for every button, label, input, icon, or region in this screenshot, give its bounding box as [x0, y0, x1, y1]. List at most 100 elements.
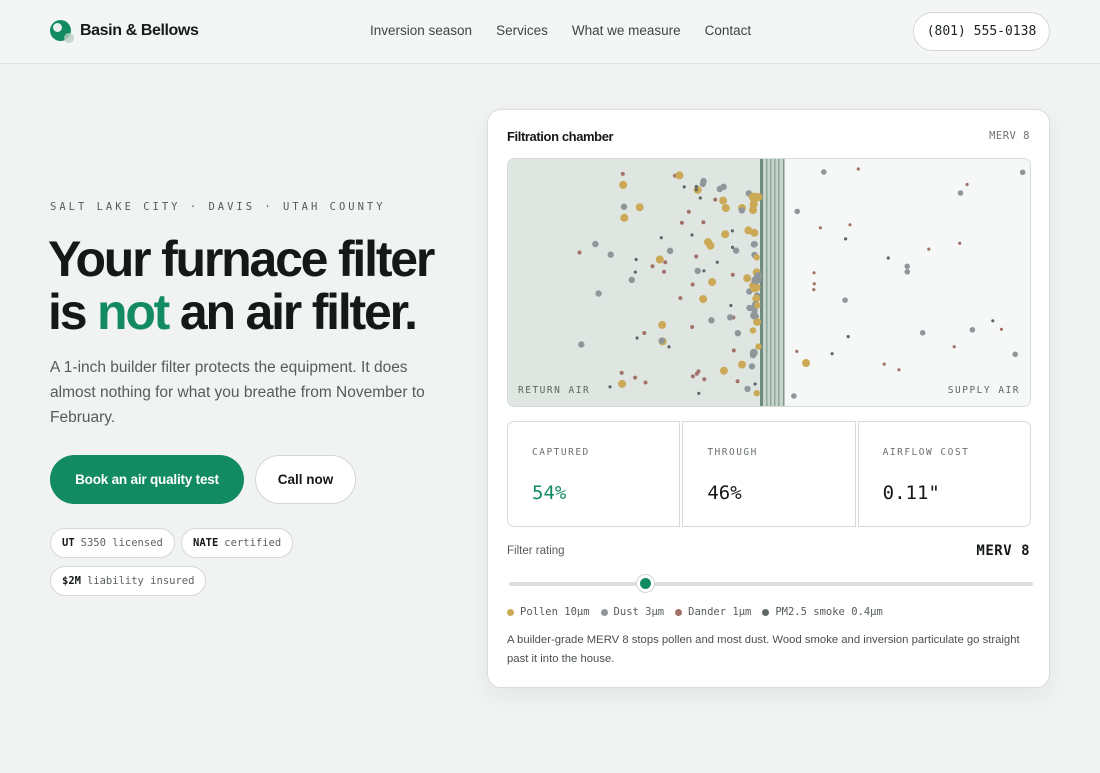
particle: [607, 251, 614, 258]
particle: [729, 303, 733, 308]
particle: [791, 393, 797, 399]
particle: [730, 229, 734, 233]
page-title: Your furnace filter is not an air filter…: [48, 233, 468, 339]
particle: [704, 238, 712, 247]
particle: [812, 288, 816, 292]
particle: [619, 370, 624, 375]
hero-description: A 1-inch builder filter protects the equ…: [50, 359, 425, 426]
headline-pre: is: [48, 284, 97, 340]
particle: [830, 352, 834, 356]
legend-label: Dust 3µm: [613, 606, 665, 618]
particle: [679, 220, 684, 225]
particle: [699, 180, 707, 188]
filtration-card: Filtration chamber MERV 8 RETURN AIR SUP…: [487, 109, 1050, 688]
particle: [969, 327, 976, 333]
particle: [667, 345, 671, 349]
particle: [662, 269, 666, 274]
nav-item-what-we-measure[interactable]: What we measure: [572, 23, 681, 38]
particle: [698, 196, 702, 200]
particle: [753, 382, 757, 386]
particle: [735, 379, 740, 384]
particle: [713, 197, 718, 202]
particle: [957, 190, 964, 196]
particle: [675, 171, 684, 180]
slider-handle[interactable]: [636, 575, 654, 592]
particle: [743, 274, 752, 283]
particle: [702, 377, 707, 382]
particle: [694, 254, 699, 259]
particle: [694, 188, 698, 192]
particle: [812, 282, 816, 286]
legend-item-smoke: PM2.5 smoke 0.4µm: [762, 606, 883, 618]
book-test-button[interactable]: Book an air quality test: [50, 455, 244, 504]
dust-dot-icon: [600, 608, 608, 616]
particle-simulation: [508, 159, 1030, 406]
site-header: Basin & Bellows Inversion season Service…: [0, 0, 1100, 64]
stat-captured: CAPTURED 54%: [507, 421, 681, 527]
particle: [795, 349, 799, 353]
particle: [1019, 169, 1026, 176]
badge-text: liability insured: [86, 575, 195, 587]
phone-button[interactable]: (801) 555-0138: [913, 12, 1050, 51]
pollen-dot-icon: [507, 608, 514, 616]
particle: [748, 363, 756, 370]
particle: [750, 228, 759, 237]
insurance-badge: $2M liability insured: [50, 566, 207, 596]
card-title: Filtration chamber: [507, 129, 614, 144]
call-now-button[interactable]: Call now: [255, 455, 356, 504]
headline-post: an air filter.: [168, 284, 418, 340]
particle: [750, 311, 759, 320]
stat-label: CAPTURED: [532, 447, 590, 458]
particle: [694, 371, 699, 376]
brand-logo[interactable]: Basin & Bellows: [50, 20, 199, 43]
legend-label: Dander 1µm: [688, 606, 752, 618]
main-nav: Inversion season Services What we measur…: [370, 23, 751, 38]
particle: [618, 379, 627, 388]
certification-badge: NATE certified: [181, 528, 294, 558]
particle: [699, 295, 708, 304]
particle: [655, 255, 664, 264]
particle: [755, 343, 762, 350]
particle: [730, 272, 735, 277]
particle: [749, 348, 758, 357]
nav-item-services[interactable]: Services: [496, 23, 548, 38]
particle: [643, 380, 648, 385]
particle: [628, 276, 635, 284]
particle: [732, 247, 740, 254]
particle: [749, 206, 757, 215]
particle: [882, 362, 886, 366]
dander-dot-icon: [675, 608, 683, 616]
particle: [690, 374, 695, 379]
particle: [802, 359, 810, 367]
particle: [818, 226, 822, 230]
particle: [754, 302, 761, 309]
particle: [753, 254, 760, 261]
particle: [812, 271, 816, 275]
location-eyebrow: SALT LAKE CITY · DAVIS · UTAH COUNTY: [50, 201, 386, 213]
particle: [658, 320, 667, 329]
particle: [620, 213, 629, 222]
supply-air-label: SUPPLY AIR: [947, 385, 1020, 396]
nav-item-inversion-season[interactable]: Inversion season: [370, 23, 472, 38]
particle: [708, 317, 715, 324]
legend-item-dust: Dust 3µm: [600, 606, 665, 618]
particle: [690, 282, 695, 287]
particle: [682, 185, 686, 189]
particle: [686, 209, 691, 214]
filter-media: [760, 159, 785, 406]
badge-strong: NATE: [193, 537, 219, 549]
license-badge: UT S350 licensed: [50, 528, 175, 558]
nav-item-contact[interactable]: Contact: [705, 23, 752, 38]
particle: [690, 233, 694, 237]
filter-rating-slider[interactable]: [509, 582, 1033, 586]
particle: [856, 167, 860, 171]
stat-through: THROUGH 46%: [682, 421, 856, 527]
particle: [904, 269, 911, 275]
stat-value: 46%: [707, 482, 742, 504]
particle: [608, 385, 612, 389]
particle: [744, 385, 751, 393]
stat-value: 54%: [532, 482, 567, 504]
particle: [848, 223, 852, 227]
particle: [999, 327, 1003, 331]
particle: [991, 319, 995, 323]
